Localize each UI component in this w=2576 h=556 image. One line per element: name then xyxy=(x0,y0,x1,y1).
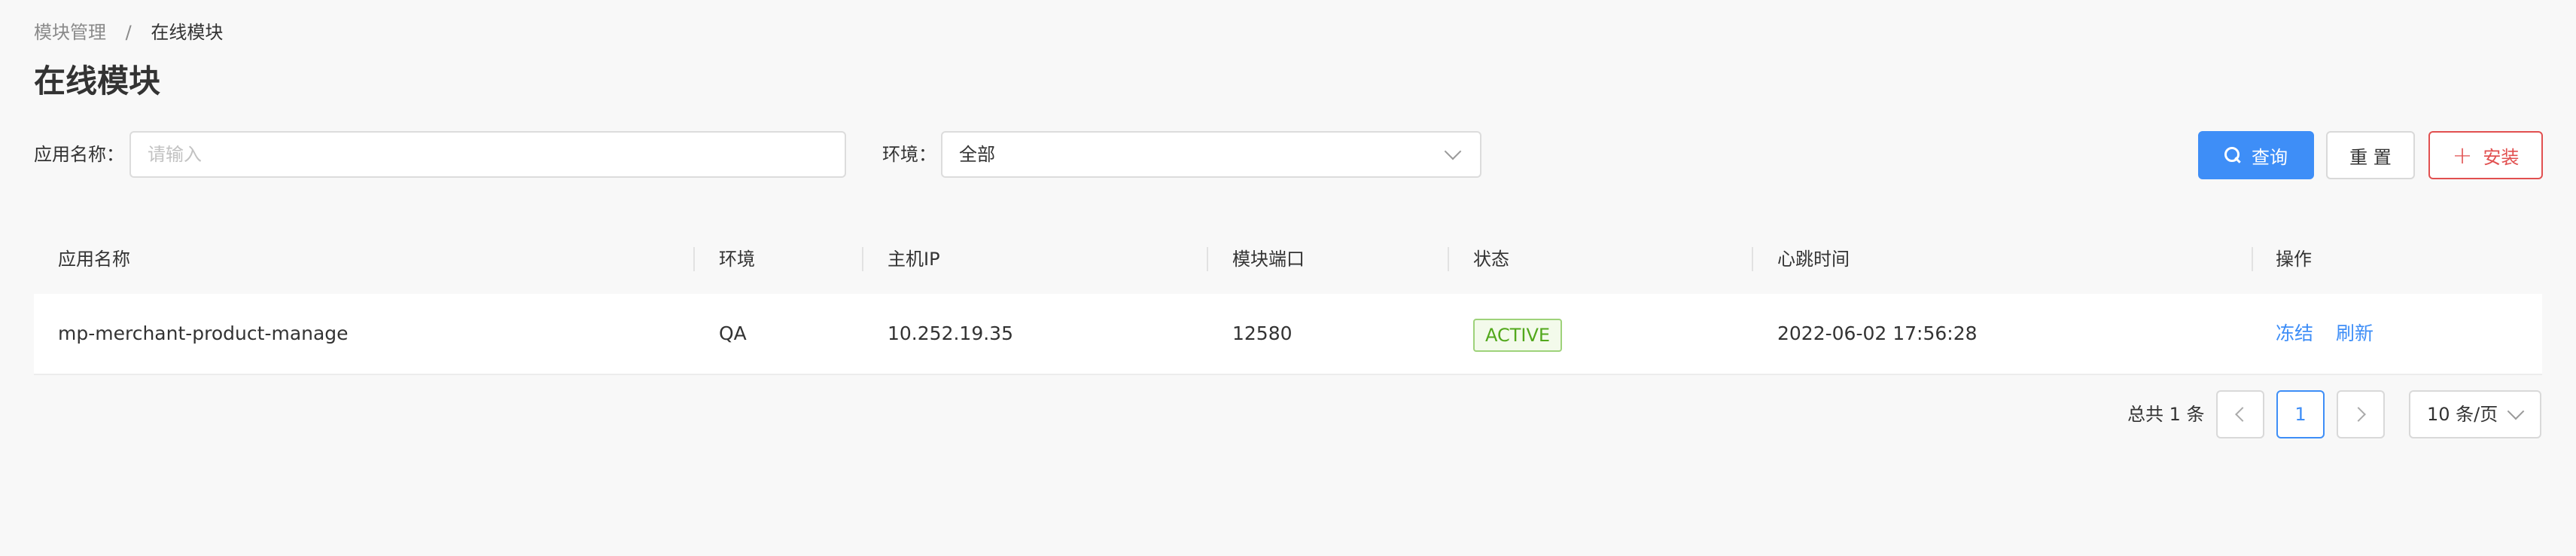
column-divider xyxy=(862,247,863,271)
pagination-next-button[interactable] xyxy=(2337,390,2385,438)
app-name-label: 应用名称： xyxy=(34,144,124,165)
column-divider xyxy=(693,247,695,271)
chevron-left-icon xyxy=(2235,407,2250,422)
column-divider xyxy=(1752,247,1753,271)
column-divider xyxy=(1448,247,1449,271)
column-header-env: 环境 xyxy=(719,249,755,270)
cell-heartbeat: 2022-06-02 17:56:28 xyxy=(1777,322,1978,344)
breadcrumb-separator: / xyxy=(125,22,132,43)
env-label: 环境： xyxy=(882,144,936,165)
app-name-input[interactable] xyxy=(131,133,845,176)
column-header-port: 模块端口 xyxy=(1232,249,1305,270)
reset-button-label: 重 置 xyxy=(2349,146,2392,168)
reset-button[interactable]: 重 置 xyxy=(2326,131,2415,179)
chevron-right-icon xyxy=(2351,407,2366,422)
cell-host-ip: 10.252.19.35 xyxy=(888,322,1013,344)
search-icon xyxy=(2224,147,2241,163)
install-button-label: 安装 xyxy=(2483,146,2520,168)
pagination-page-1[interactable]: 1 xyxy=(2276,390,2325,438)
install-button[interactable]: + 安装 xyxy=(2428,131,2543,179)
chevron-down-icon xyxy=(2507,402,2525,420)
freeze-link[interactable]: 冻结 xyxy=(2276,294,2313,374)
status-badge: ACTIVE xyxy=(1473,319,1563,352)
column-header-app-name: 应用名称 xyxy=(58,249,130,270)
column-divider xyxy=(2252,247,2253,271)
search-button[interactable]: 查询 xyxy=(2198,131,2314,179)
refresh-link[interactable]: 刷新 xyxy=(2336,294,2374,374)
search-button-label: 查询 xyxy=(2252,146,2288,168)
column-header-actions: 操作 xyxy=(2276,249,2312,270)
pagination-total: 总共 1 条 xyxy=(2127,404,2205,425)
breadcrumb: 模块管理 / 在线模块 xyxy=(34,20,223,45)
cell-app-name: mp-merchant-product-manage xyxy=(58,322,349,344)
column-header-heartbeat: 心跳时间 xyxy=(1777,249,1850,270)
table-row: mp-merchant-product-manage QA 10.252.19.… xyxy=(34,294,2542,375)
plus-icon: + xyxy=(2452,141,2473,170)
page-title: 在线模块 xyxy=(34,63,161,99)
pagination-prev-button[interactable] xyxy=(2216,390,2264,438)
page-size-select[interactable]: 10 条/页 xyxy=(2409,390,2541,438)
cell-env: QA xyxy=(719,322,747,344)
column-divider xyxy=(1207,247,1208,271)
page-size-value: 10 条/页 xyxy=(2427,404,2498,425)
breadcrumb-module-management[interactable]: 模块管理 xyxy=(34,22,106,43)
env-select[interactable]: 全部 xyxy=(941,131,1481,178)
env-select-value: 全部 xyxy=(959,144,995,165)
cell-port: 12580 xyxy=(1232,322,1293,344)
app-name-input-wrapper xyxy=(129,131,846,178)
column-header-host-ip: 主机IP xyxy=(888,249,940,270)
table-header: 应用名称 环境 主机IP 模块端口 状态 心跳时间 操作 xyxy=(34,225,2542,295)
chevron-down-icon xyxy=(1444,142,1462,160)
breadcrumb-current: 在线模块 xyxy=(151,22,224,43)
column-header-status: 状态 xyxy=(1473,249,1509,270)
